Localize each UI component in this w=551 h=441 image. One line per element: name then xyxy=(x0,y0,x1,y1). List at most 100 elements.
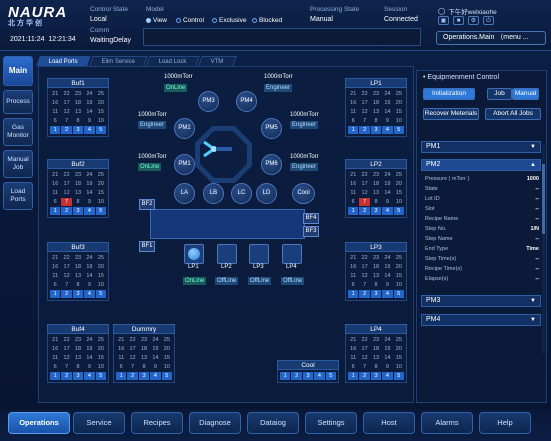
model-blocked-radio[interactable]: Blocked xyxy=(252,17,282,24)
slot-cell[interactable]: 24 xyxy=(382,90,392,98)
slot-cell[interactable]: 20 xyxy=(96,99,106,107)
slot-cell[interactable]: 19 xyxy=(84,263,94,271)
manual-button[interactable]: Manual xyxy=(512,88,539,100)
nav-process[interactable]: Process xyxy=(3,90,33,114)
nav-load-ports[interactable]: Load Ports xyxy=(3,182,33,210)
slot-cell[interactable]: 9 xyxy=(150,363,160,371)
slot-cell[interactable]: 22 xyxy=(359,90,369,98)
slot-cell[interactable]: 2 xyxy=(127,372,138,380)
slot-cell[interactable]: 18 xyxy=(371,345,381,353)
chamber-pm2[interactable]: PM2 xyxy=(174,118,195,139)
slot-cell[interactable]: 8 xyxy=(371,117,381,125)
slot-cell[interactable]: 3 xyxy=(138,372,150,380)
slot-cell[interactable]: 18 xyxy=(73,99,83,107)
slot-cell[interactable]: 14 xyxy=(382,354,392,362)
slot-cell[interactable]: 23 xyxy=(73,90,83,98)
slot-cell[interactable]: 18 xyxy=(371,99,381,107)
slot-cell[interactable]: 22 xyxy=(359,171,369,179)
model-view-radio[interactable]: View xyxy=(146,17,167,24)
slot-cell[interactable]: 2 xyxy=(359,207,370,215)
slot-cell[interactable]: 7 xyxy=(61,363,71,371)
slot-cell[interactable]: 10 xyxy=(394,281,404,289)
slot-cell[interactable]: 4 xyxy=(382,372,393,380)
slot-cell[interactable]: 3 xyxy=(370,290,382,298)
slot-cell[interactable]: 17 xyxy=(359,263,369,271)
tab-elim-service[interactable]: Elim Service xyxy=(89,56,149,66)
slot-cell[interactable]: 13 xyxy=(371,108,381,116)
slot-cell[interactable]: 16 xyxy=(50,345,60,353)
slot-cell[interactable]: 8 xyxy=(139,363,149,371)
slot-cell[interactable]: 15 xyxy=(96,354,106,362)
slot-cell[interactable]: 5 xyxy=(393,126,405,134)
slot-cell[interactable]: 1 xyxy=(50,290,61,298)
slot-cell[interactable]: 25 xyxy=(96,254,106,262)
slot-cell[interactable]: 20 xyxy=(96,263,106,271)
pm3-section-header[interactable]: PM3 ▼ xyxy=(421,295,541,307)
slot-cell[interactable]: 8 xyxy=(73,198,83,206)
chamber-pm5[interactable]: PM5 xyxy=(261,118,282,139)
slot-cell[interactable]: 25 xyxy=(394,336,404,344)
slot-cell[interactable]: 1 xyxy=(348,290,359,298)
slot-cell[interactable]: 23 xyxy=(371,171,381,179)
slot-cell[interactable]: 9 xyxy=(382,198,392,206)
tab-load-lock[interactable]: Load Lock xyxy=(146,56,200,66)
slot-cell[interactable]: 19 xyxy=(382,263,392,271)
slot-cell[interactable]: 2 xyxy=(359,126,370,134)
slot-cell[interactable]: 10 xyxy=(96,198,106,206)
slot-cell[interactable]: 4 xyxy=(84,372,95,380)
slot-cell[interactable]: 16 xyxy=(50,180,60,188)
slot-cell[interactable]: 7 xyxy=(61,117,71,125)
slot-cell[interactable]: 21 xyxy=(348,90,358,98)
slot-cell[interactable]: 10 xyxy=(394,198,404,206)
slot-cell[interactable]: 9 xyxy=(84,198,94,206)
slot-cell[interactable]: 3 xyxy=(370,207,382,215)
slot-cell[interactable]: 24 xyxy=(84,90,94,98)
slot-cell[interactable]: 1 xyxy=(116,372,127,380)
slot-cell[interactable]: 4 xyxy=(382,207,393,215)
slot-cell[interactable]: 16 xyxy=(50,263,60,271)
slot-cell[interactable]: 1 xyxy=(280,372,291,380)
slot-cell[interactable]: 8 xyxy=(73,363,83,371)
chamber-cool[interactable]: Cool xyxy=(292,183,315,204)
slot-cell[interactable]: 6 xyxy=(348,117,358,125)
chamber-la[interactable]: LA xyxy=(174,183,195,204)
slot-cell[interactable]: 6 xyxy=(50,117,60,125)
slot-cell[interactable]: 19 xyxy=(382,180,392,188)
slot-cell[interactable]: 2 xyxy=(61,372,72,380)
slot-cell[interactable]: 13 xyxy=(371,272,381,280)
tab-load-ports[interactable]: Load Ports xyxy=(36,56,91,66)
slot-cell[interactable]: 14 xyxy=(84,272,94,280)
slot-cell[interactable]: 16 xyxy=(348,99,358,107)
slot-cell[interactable]: 18 xyxy=(73,345,83,353)
operations-main-menu[interactable]: Operations.Main （menu ... xyxy=(436,31,546,45)
slot-cell[interactable]: 23 xyxy=(371,336,381,344)
power-icon[interactable]: ⏻ xyxy=(483,16,494,25)
settings-icon[interactable]: ⚙ xyxy=(468,16,479,25)
slot-cell[interactable]: 21 xyxy=(348,171,358,179)
slot-cell[interactable]: 18 xyxy=(371,263,381,271)
slot-cell[interactable]: 24 xyxy=(84,254,94,262)
slot-cell[interactable]: 1 xyxy=(50,126,61,134)
slot-cell[interactable]: 17 xyxy=(359,180,369,188)
slot-cell[interactable]: 7 xyxy=(359,117,369,125)
slot-cell[interactable]: 23 xyxy=(73,171,83,179)
slot-cell[interactable]: 19 xyxy=(84,345,94,353)
slot-cell[interactable]: 16 xyxy=(50,99,60,107)
slot-cell[interactable]: 5 xyxy=(95,207,107,215)
slot-cell[interactable]: 6 xyxy=(348,198,358,206)
slot-cell[interactable]: 13 xyxy=(73,354,83,362)
slot-cell[interactable]: 24 xyxy=(382,254,392,262)
slot-cell[interactable]: 7 xyxy=(359,281,369,289)
slot-cell[interactable]: 4 xyxy=(382,126,393,134)
slot-cell[interactable]: 11 xyxy=(348,189,358,197)
slot-cell[interactable]: 19 xyxy=(84,99,94,107)
slot-cell[interactable]: 1 xyxy=(50,207,61,215)
slot-cell[interactable]: 22 xyxy=(127,336,137,344)
nav-diagnose[interactable]: Diagnose xyxy=(189,412,241,434)
initialization-button[interactable]: Initialization xyxy=(423,88,475,100)
slot-cell[interactable]: 12 xyxy=(359,272,369,280)
recover-materials-button[interactable]: Recover Meterials xyxy=(423,108,479,120)
slot-cell[interactable]: 22 xyxy=(61,90,71,98)
slot-cell[interactable]: 2 xyxy=(61,290,72,298)
slot-cell[interactable]: 5 xyxy=(393,290,405,298)
